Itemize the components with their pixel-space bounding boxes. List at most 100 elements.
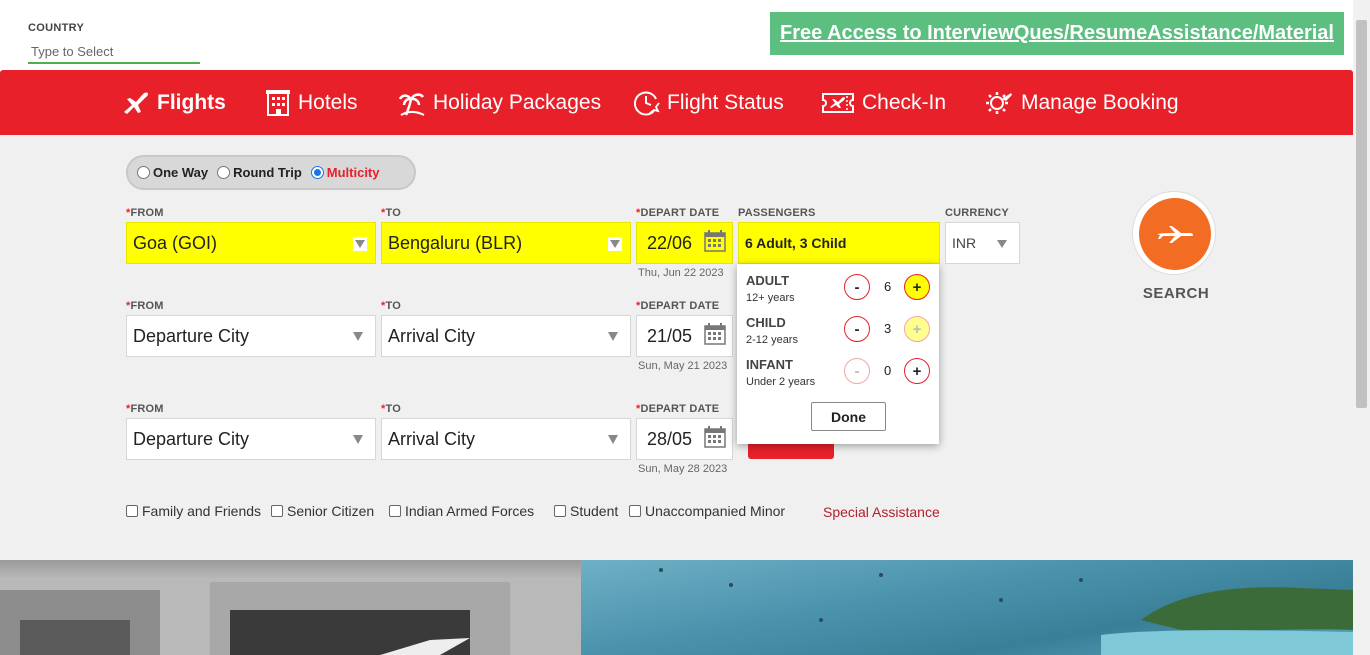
leg2-date-value: 21/05 <box>647 325 693 346</box>
infant-plus-button[interactable]: + <box>904 358 930 384</box>
nav-flights[interactable]: Flights <box>122 70 226 135</box>
checkbox[interactable] <box>554 505 566 517</box>
leg3-date-value: 28/05 <box>647 428 693 449</box>
promo-link[interactable]: Free Access to InterviewQues/ResumeAssis… <box>770 12 1344 55</box>
pax-infant-label: INFANT <box>746 357 793 372</box>
radio-one-way[interactable] <box>137 166 150 179</box>
scrollbar-thumb[interactable] <box>1356 20 1367 408</box>
leg1-from-label: *FROM <box>126 207 164 219</box>
nav-flight-status-label: Flight Status <box>667 90 784 114</box>
chk-senior-citizen[interactable]: Senior Citizen <box>271 503 374 519</box>
trip-multicity[interactable]: Multicity <box>310 165 380 180</box>
infant-minus-button[interactable]: - <box>844 358 870 384</box>
currency-value: INR <box>952 235 977 251</box>
top-bar: COUNTRY Free Access to InterviewQues/Res… <box>0 0 1370 70</box>
leg1-from-select[interactable]: Goa (GOI) <box>126 222 376 264</box>
calendar-icon[interactable] <box>704 426 726 448</box>
leg2-date-field[interactable]: 21/05 <box>636 315 733 357</box>
pax-infant-sub: Under 2 years <box>746 376 816 388</box>
radio-multicity[interactable] <box>310 166 324 179</box>
child-count: 3 <box>884 321 892 336</box>
leg3-from-label: *FROM <box>126 403 164 415</box>
palm-tree-icon <box>398 92 425 116</box>
leg3-to-select[interactable]: Arrival City <box>381 418 631 460</box>
child-minus-button[interactable]: - <box>844 316 870 342</box>
chk-student-label: Student <box>570 503 619 519</box>
chk-armed-forces[interactable]: Indian Armed Forces <box>389 503 534 519</box>
leg3-date-field[interactable]: 28/05 <box>636 418 733 460</box>
trip-multicity-label: Multicity <box>326 165 380 180</box>
checkbox[interactable] <box>271 505 283 517</box>
leg3-to-label: *TO <box>381 403 401 415</box>
nav-holiday-packages[interactable]: Holiday Packages <box>398 70 601 135</box>
calendar-icon[interactable] <box>704 323 726 345</box>
chk-student[interactable]: Student <box>554 503 618 519</box>
leg1-depart-label: *DEPART DATE <box>636 207 720 219</box>
search-button[interactable] <box>1132 191 1216 275</box>
child-plus-button[interactable]: + <box>904 316 930 342</box>
currency-select[interactable]: INR <box>945 222 1020 264</box>
chevron-down-icon <box>353 237 367 251</box>
adult-minus-button[interactable]: - <box>844 274 870 300</box>
checkbox[interactable] <box>629 505 641 517</box>
leg2-to-select[interactable]: Arrival City <box>381 315 631 357</box>
gear-plane-icon <box>986 91 1012 114</box>
leg1-from-value: Goa (GOI) <box>133 232 218 253</box>
special-assistance-link[interactable]: Special Assistance <box>823 504 940 520</box>
leg3-depart-label: *DEPART DATE <box>636 403 720 415</box>
adult-count: 6 <box>884 279 892 294</box>
chevron-down-icon <box>608 332 618 341</box>
nav-check-in[interactable]: Check-In <box>821 70 946 135</box>
passengers-label: PASSENGERS <box>738 207 816 219</box>
checkbox[interactable] <box>389 505 401 517</box>
leg3-from-select[interactable]: Departure City <box>126 418 376 460</box>
nav-hotels[interactable]: Hotels <box>265 70 358 135</box>
pax-child-sub: 2-12 years <box>746 334 798 346</box>
chk-family-friends-label: Family and Friends <box>142 503 262 519</box>
pax-row-child: CHILD 2-12 years - 3 + <box>746 315 932 351</box>
chk-unaccompanied-minor[interactable]: Unaccompanied Minor <box>629 503 785 519</box>
airplane-icon <box>1157 226 1193 243</box>
hotel-building-icon <box>266 89 290 116</box>
banner-image-coast <box>581 560 1353 655</box>
passengers-field[interactable]: 6 Adult, 3 Child <box>738 222 940 264</box>
chevron-down-icon <box>608 237 622 251</box>
country-input[interactable] <box>28 40 200 64</box>
pax-child-label: CHILD <box>746 315 786 330</box>
leg3-to-value: Arrival City <box>388 428 476 449</box>
nav-flights-label: Flights <box>157 90 226 114</box>
ticket-plane-icon <box>822 92 854 113</box>
currency-label: CURRENCY <box>945 207 1009 219</box>
done-button[interactable]: Done <box>811 402 886 431</box>
calendar-icon[interactable] <box>704 230 726 252</box>
airplane-icon <box>124 92 148 114</box>
country-label: COUNTRY <box>28 22 85 34</box>
leg1-date-full: Thu, Jun 22 2023 <box>638 267 724 279</box>
search-label: SEARCH <box>1142 285 1210 302</box>
leg2-date-full: Sun, May 21 2023 <box>638 360 728 372</box>
clock-plane-icon <box>633 91 660 115</box>
chk-family-friends[interactable]: Family and Friends <box>126 503 261 519</box>
checkbox[interactable] <box>126 505 138 517</box>
nav-flight-status[interactable]: Flight Status <box>632 70 784 135</box>
trip-one-way-label: One Way <box>153 165 209 180</box>
leg1-to-select[interactable]: Bengaluru (BLR) <box>381 222 631 264</box>
nav-check-in-label: Check-In <box>862 90 947 114</box>
leg2-from-select[interactable]: Departure City <box>126 315 376 357</box>
leg3-date-full: Sun, May 28 2023 <box>638 463 728 475</box>
chk-senior-citizen-label: Senior Citizen <box>287 503 375 519</box>
nav-manage-booking[interactable]: Manage Booking <box>984 70 1179 135</box>
chevron-down-icon <box>997 240 1007 248</box>
trip-type-selector: One Way Round Trip Multicity <box>126 155 416 190</box>
trip-round-trip-label: Round Trip <box>233 165 302 180</box>
nav-hotels-label: Hotels <box>298 90 358 114</box>
main-nav: Flights Hotels Holiday Packages Flight S… <box>0 70 1353 135</box>
pax-adult-label: ADULT <box>746 273 790 288</box>
passengers-dropdown: ADULT 12+ years - 6 + CHILD 2-12 years -… <box>737 264 939 444</box>
radio-round-trip[interactable] <box>217 166 231 179</box>
trip-round-trip[interactable]: Round Trip <box>217 165 302 180</box>
search-button-inner[interactable] <box>1139 198 1211 270</box>
leg1-date-field[interactable]: 22/06 <box>636 222 733 264</box>
trip-one-way[interactable]: One Way <box>137 165 208 180</box>
adult-plus-button[interactable]: + <box>904 274 930 300</box>
